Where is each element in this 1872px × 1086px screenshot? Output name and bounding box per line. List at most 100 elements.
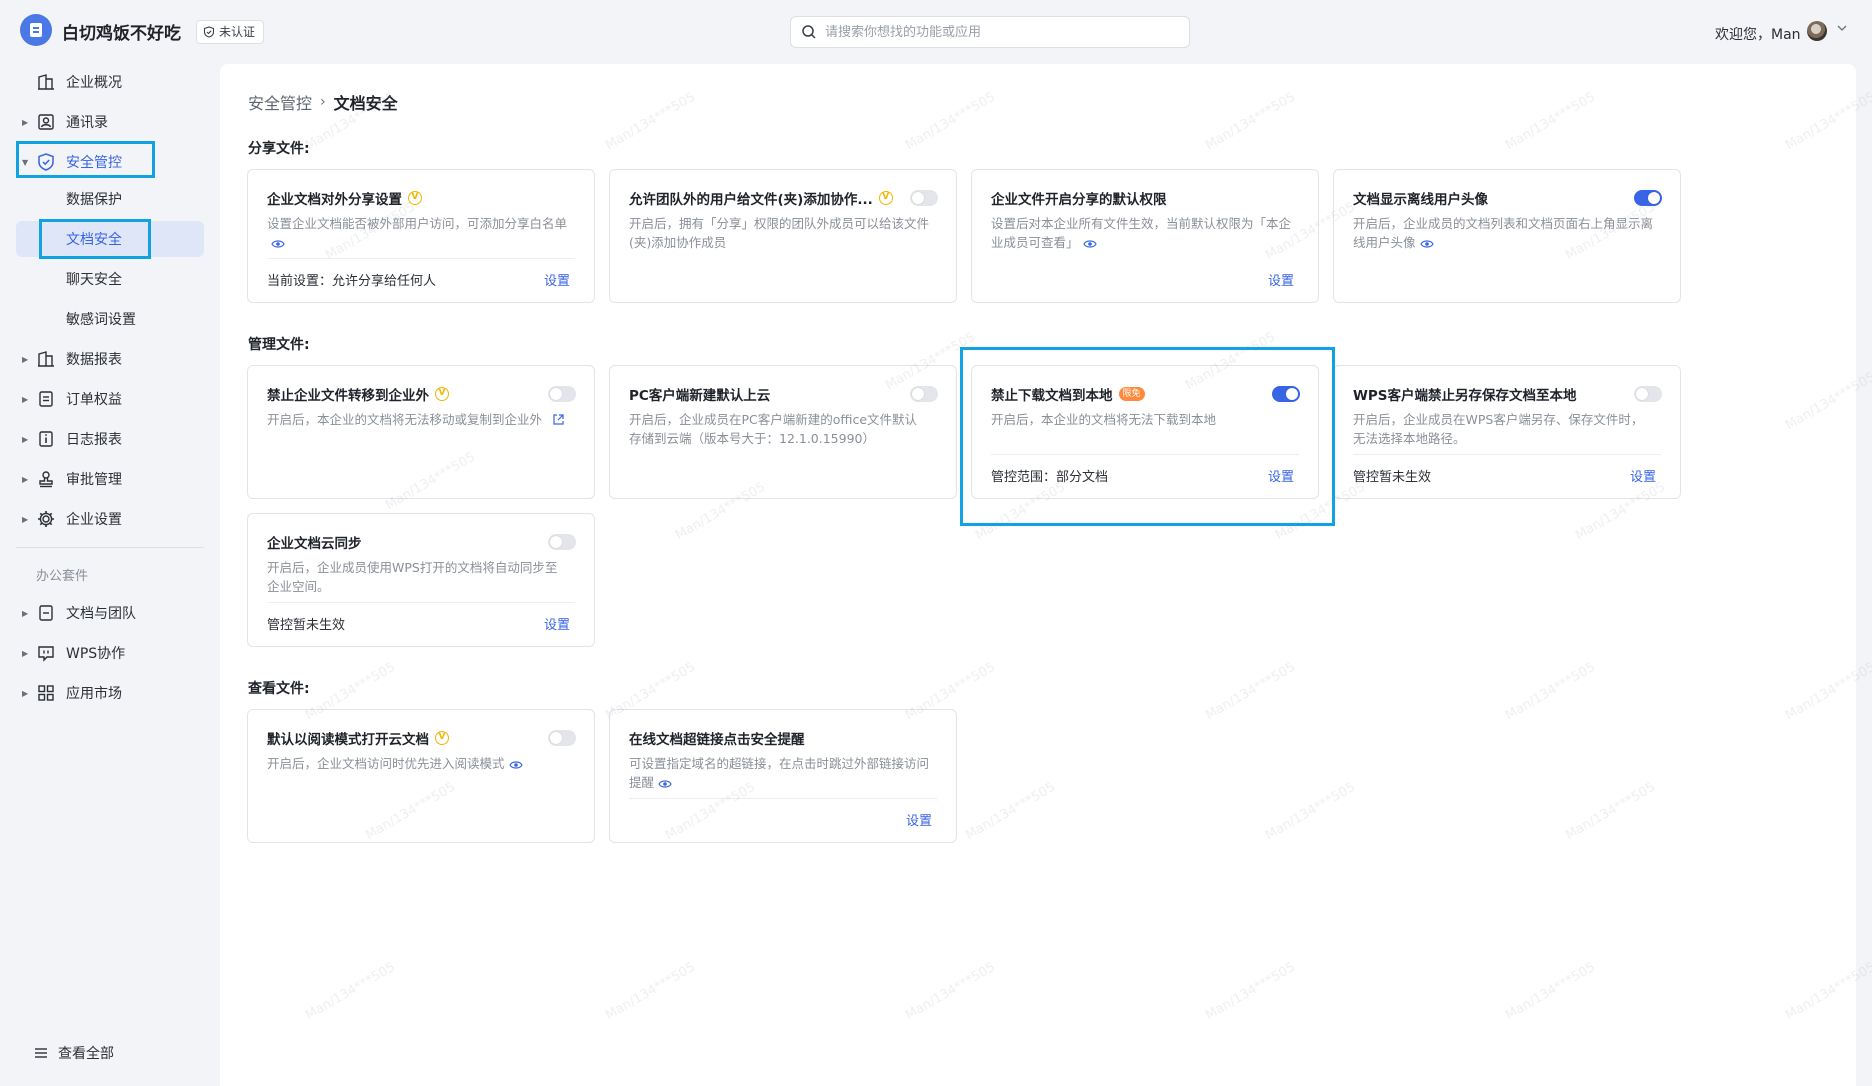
sidebar-item-settings[interactable]: ▶ 企业设置 (16, 501, 204, 537)
caret-right-icon: ▶ (22, 354, 29, 364)
sidebar-item-sensitive-words[interactable]: 敏感词设置 (16, 301, 204, 337)
welcome-text: 欢迎您，Man (1715, 27, 1801, 43)
org-name[interactable]: 白切鸡饭不好吃 (62, 19, 181, 44)
sidebar-item-label: 企业设置 (66, 512, 122, 528)
sidebar-section-label: 办公套件 (36, 569, 89, 584)
toggle-switch[interactable] (1634, 386, 1662, 402)
watermark: Man/134***505 (1263, 779, 1358, 844)
card-divider (629, 798, 937, 799)
sidebar-item-chat-security[interactable]: 聊天安全 (16, 261, 204, 297)
watermark: Man/134***505 (1783, 89, 1872, 154)
eye-icon[interactable] (1419, 239, 1434, 249)
card-offline-avatar: 文档显示离线用户头像 开启后，企业成员的文档列表和文档页面右上角显示离线用户头像 (1333, 169, 1681, 303)
external-link-icon[interactable] (552, 413, 565, 426)
section-title-share: 分享文件: (248, 141, 310, 157)
card-divider (267, 258, 575, 259)
watermark: Man/134***505 (1783, 369, 1872, 434)
sidebar-item-label: 审批管理 (66, 472, 122, 488)
caret-right-icon: ▶ (22, 394, 29, 404)
watermark: Man/134***505 (1503, 89, 1598, 154)
card-status: 管控暂未生效 (267, 618, 346, 633)
chevron-down-icon[interactable] (1836, 22, 1848, 37)
caret-right-icon: ▶ (22, 434, 29, 444)
settings-link[interactable]: 设置 (1268, 270, 1294, 289)
sidebar-item-orders[interactable]: ▶ 订单权益 (16, 381, 204, 417)
settings-link[interactable]: 设置 (544, 614, 570, 633)
card-desc: 开启后，本企业的文档将无法移动或复制到企业外 (267, 410, 567, 429)
sidebar-item-data-report[interactable]: ▶ 数据报表 (16, 341, 204, 377)
card-desc: 可设置指定域名的超链接，在点击时跳过外部链接访问提醒 (629, 756, 930, 790)
shield-check-icon (203, 26, 215, 38)
sidebar-item-approval[interactable]: ▶ 审批管理 (16, 461, 204, 497)
section-title-view: 查看文件: (248, 681, 310, 697)
sidebar-item-data-protection[interactable]: 数据保护 (16, 181, 204, 217)
toggle-switch[interactable] (1272, 386, 1300, 402)
settings-link[interactable]: 设置 (1268, 466, 1294, 485)
watermark: Man/134***505 (903, 89, 998, 154)
sidebar-item-logs[interactable]: ▶ 日志报表 (16, 421, 204, 457)
card-pc-cloud-default: PC客户端新建默认上云 开启后，企业成员在PC客户端新建的office文件默认存… (609, 365, 957, 499)
toggle-switch[interactable] (910, 386, 938, 402)
card-title: 禁止下载文档到本地 限免 (991, 384, 1145, 404)
settings-link[interactable]: 设置 (1630, 466, 1656, 485)
caret-right-icon: ▶ (22, 688, 29, 698)
order-icon (39, 391, 53, 407)
eye-icon[interactable] (658, 779, 672, 789)
card-default-share-perm: 企业文件开启分享的默认权限 设置后对本企业所有文件生效，当前默认权限为「本企业成… (971, 169, 1319, 303)
vip-icon: V (435, 731, 449, 745)
search-input[interactable] (825, 24, 1165, 40)
eye-icon[interactable] (1082, 239, 1097, 249)
cert-status-label: 未认证 (219, 25, 256, 39)
card-status: 管控暂未生效 (1353, 470, 1432, 485)
org-logo-icon[interactable] (20, 14, 52, 46)
toggle-switch[interactable] (548, 730, 576, 746)
approval-icon (39, 471, 53, 488)
settings-link[interactable]: 设置 (544, 270, 570, 289)
sidebar-item-label: 数据报表 (66, 352, 122, 368)
watermark: Man/134***505 (903, 959, 998, 1024)
eye-icon[interactable] (271, 239, 285, 249)
sidebar-item-label: 通讯录 (66, 115, 108, 131)
vip-icon: V (408, 191, 422, 205)
card-read-mode: 默认以阅读模式打开云文档 V 开启后，企业文档访问时优先进入阅读模式 (247, 709, 595, 843)
contacts-icon (38, 114, 54, 130)
sidebar-item-security[interactable]: ▼ 安全管控 (16, 144, 204, 180)
page-title: 文档安全 (333, 94, 398, 113)
sidebar-item-docs-teams[interactable]: ▶ 文档与团队 (16, 595, 204, 631)
card-title: 默认以阅读模式打开云文档 V (267, 728, 449, 748)
watermark: Man/134***505 (1503, 659, 1598, 724)
card-no-download: 禁止下载文档到本地 限免 开启后，本企业的文档将无法下载到本地 管控范围：部分文档… (971, 365, 1319, 499)
card-desc: 设置企业文档能否被外部用户访问，可添加分享白名单 (267, 214, 567, 252)
avatar[interactable] (1807, 21, 1827, 41)
card-desc: 开启后，企业成员在WPS客户端另存、保存文件时，无法选择本地路径。 (1353, 412, 1644, 446)
card-divider (991, 454, 1299, 455)
card-no-save-as: WPS客户端禁止另存保存文档至本地 开启后，企业成员在WPS客户端另存、保存文件… (1333, 365, 1681, 499)
chevron-right-icon: › (320, 94, 326, 110)
settings-link[interactable]: 设置 (906, 810, 932, 829)
sidebar-item-label: 订单权益 (66, 392, 122, 408)
sidebar-item-contacts[interactable]: ▶ 通讯录 (16, 104, 204, 140)
card-cloud-sync: 企业文档云同步 开启后，企业成员使用WPS打开的文档将自动同步至企业空间。 管控… (247, 513, 595, 647)
search-box[interactable] (790, 16, 1190, 48)
watermark: Man/134***505 (1783, 659, 1872, 724)
toggle-switch[interactable] (548, 386, 576, 402)
eye-icon[interactable] (508, 760, 523, 770)
sidebar-item-app-market[interactable]: ▶ 应用市场 (16, 675, 204, 711)
toggle-switch[interactable] (910, 190, 938, 206)
sidebar-item-overview[interactable]: 企业概况 (16, 64, 204, 100)
sidebar-item-doc-security[interactable]: 文档安全 (16, 221, 204, 257)
card-desc: 开启后，企业成员使用WPS打开的文档将自动同步至企业空间。 (267, 560, 558, 594)
card-divider (267, 602, 575, 603)
toggle-switch[interactable] (548, 534, 576, 550)
toggle-switch[interactable] (1634, 190, 1662, 206)
sidebar-item-wps-collab[interactable]: ▶ WPS协作 (16, 635, 204, 671)
trial-badge: 限免 (1118, 387, 1145, 401)
cert-status-badge[interactable]: 未认证 (196, 20, 265, 44)
view-all-button[interactable]: 查看全部 (34, 1043, 114, 1063)
shield-icon (38, 153, 54, 171)
breadcrumb-parent[interactable]: 安全管控 (248, 90, 312, 114)
card-desc: 开启后，企业成员在PC客户端新建的office文件默认存储到云端（版本号大于：1… (629, 412, 918, 446)
caret-right-icon: ▶ (22, 648, 29, 658)
sidebar-divider (16, 547, 204, 548)
search-icon (802, 25, 816, 39)
